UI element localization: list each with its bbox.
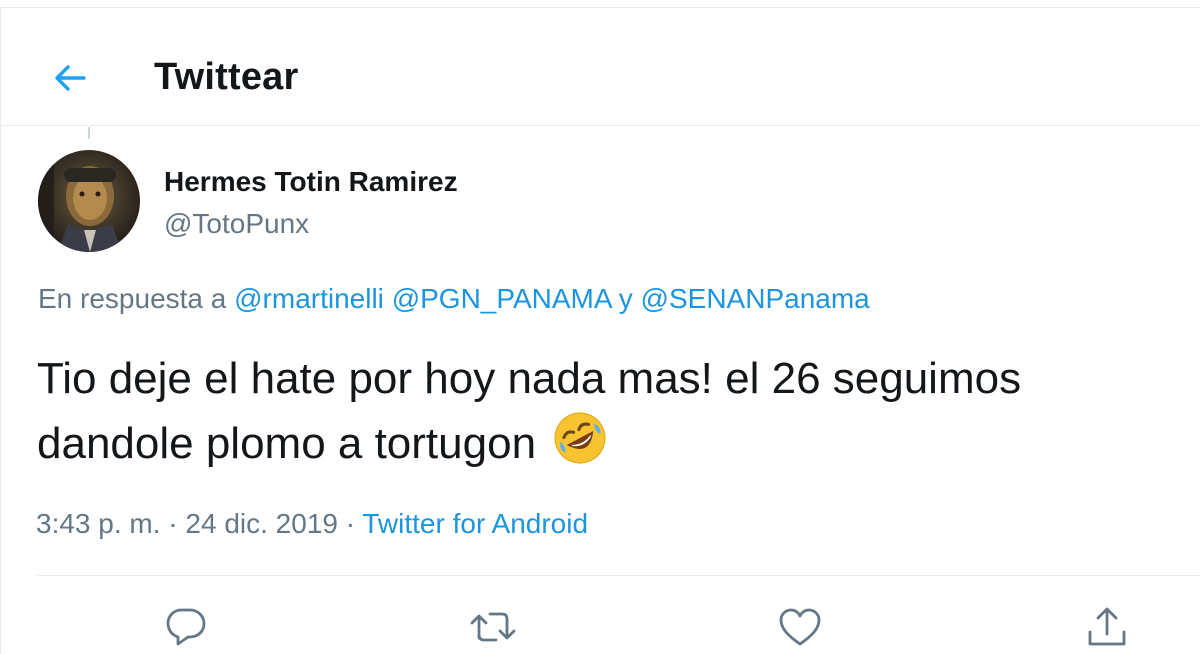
share-button[interactable] — [1082, 604, 1132, 654]
thread-connector — [88, 127, 90, 139]
tweet-body: Tio deje el hate por hoy nada mas! el 26… — [37, 348, 1187, 483]
header: Twittear — [1, 9, 1200, 126]
author-name[interactable]: Hermes Totin Ramirez — [164, 166, 458, 198]
like-icon — [779, 608, 821, 646]
reply-prefix: En respuesta a — [38, 283, 227, 314]
top-border — [0, 0, 1200, 8]
retweet-icon — [470, 612, 516, 642]
mention-separator: y — [618, 283, 633, 314]
meta-dot: · — [168, 508, 178, 539]
mention-link[interactable]: @SENANPanama — [641, 283, 870, 314]
tweet-actions — [0, 600, 1200, 654]
avatar-image — [38, 150, 140, 252]
share-icon — [1088, 607, 1126, 646]
mention-link[interactable]: @rmartinelli — [234, 283, 384, 314]
tweet-source-link[interactable]: Twitter for Android — [362, 508, 588, 539]
tweet-time: 3:43 p. m. — [36, 508, 161, 539]
retweet-button[interactable] — [468, 604, 518, 654]
like-button[interactable] — [775, 604, 825, 654]
mention-link[interactable]: @PGN_PANAMA — [392, 283, 611, 314]
reply-context: En respuesta a @rmartinelli @PGN_PANAMA … — [38, 283, 870, 315]
tweet-meta: 3:43 p. m. · 24 dic. 2019 · Twitter for … — [36, 508, 588, 540]
reply-icon — [166, 608, 206, 646]
avatar[interactable] — [38, 150, 140, 252]
author-handle[interactable]: @TotoPunx — [164, 208, 309, 240]
page-title: Twittear — [154, 56, 299, 98]
reply-button[interactable] — [161, 604, 211, 654]
divider — [37, 575, 1200, 576]
back-button[interactable] — [45, 53, 95, 103]
arrow-left-icon — [55, 65, 86, 91]
tweet-text: Tio deje el hate por hoy nada mas! el 26… — [37, 354, 1022, 468]
meta-dot: · — [345, 508, 356, 539]
tweet-date: 24 dic. 2019 — [185, 508, 338, 539]
rolling-on-floor-laughing-icon — [552, 410, 608, 483]
